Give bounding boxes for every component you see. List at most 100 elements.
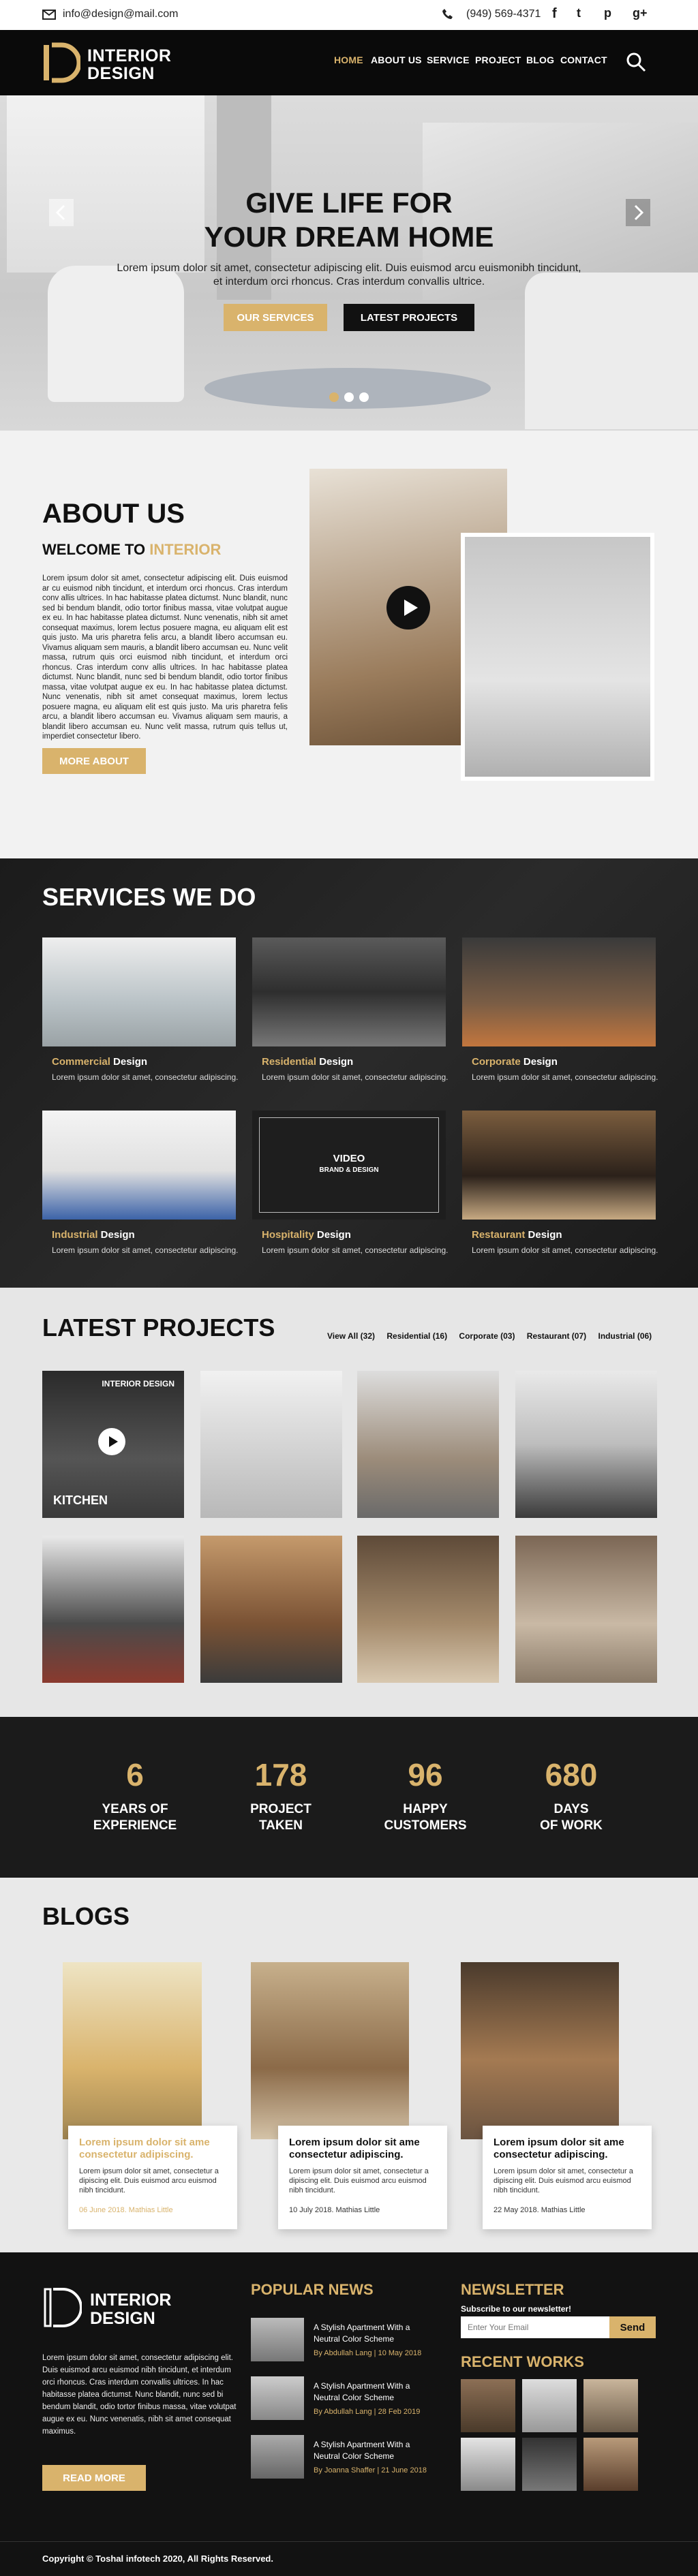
facebook-icon[interactable]: f [552, 6, 557, 22]
blog-excerpt: Lorem ipsum dolor sit amet, consectetur … [289, 2167, 429, 2194]
phone-icon [442, 9, 453, 19]
contact-email[interactable]: info@design@mail.com [63, 8, 178, 20]
recent-work-thumb[interactable] [522, 2438, 577, 2491]
stat-days-label: DAYS OF WORK [503, 1801, 639, 1834]
site-footer: INTERIOR DESIGN Lorem ipsum dolor sit am… [0, 2252, 698, 2576]
stat-label-line: PROJECT [250, 1802, 312, 1816]
blog-card-3[interactable]: Lorem ipsum dolor sit ame consectetur ad… [483, 2126, 652, 2229]
news-meta-3: By Joanna Shaffer | 21 June 2018 [314, 2466, 427, 2474]
recent-work-thumb[interactable] [461, 2379, 515, 2432]
service-image-residential[interactable] [252, 937, 446, 1046]
service-image-commercial[interactable] [42, 937, 236, 1046]
footer-divider [0, 2541, 698, 2542]
recent-work-thumb[interactable] [583, 2379, 638, 2432]
nav-contact[interactable]: CONTACT [560, 55, 607, 65]
logo[interactable]: INTERIOR DESIGN [41, 42, 191, 83]
news-title-2[interactable]: A Stylish Apartment With a Neutral Color… [314, 2380, 433, 2404]
latest-projects-button[interactable]: LATEST PROJECTS [344, 304, 474, 331]
play-icon [404, 600, 418, 616]
filter-corporate[interactable]: Corporate (03) [459, 1331, 515, 1341]
blog-card-1[interactable]: Lorem ipsum dolor sit ame consectetur ad… [68, 2126, 237, 2229]
project-image[interactable] [515, 1371, 657, 1518]
news-thumb-1[interactable] [251, 2318, 304, 2361]
news-title-3[interactable]: A Stylish Apartment With a Neutral Color… [314, 2439, 433, 2462]
nav-blog[interactable]: BLOG [526, 55, 554, 65]
logo-line1: INTERIOR [87, 46, 172, 65]
pinterest-icon[interactable]: p [604, 6, 611, 20]
project-feature-kitchen[interactable]: INTERIOR DESIGN KITCHEN [42, 1371, 184, 1518]
recent-work-thumb[interactable] [583, 2438, 638, 2491]
service-title-residential: Residential Design [262, 1056, 353, 1068]
blog-image-2[interactable] [251, 1962, 409, 2139]
about-video-play-button[interactable] [386, 586, 430, 630]
service-title-restaurant: Restaurant Design [472, 1229, 562, 1241]
footer-logo[interactable]: INTERIOR DESIGN [42, 2286, 206, 2329]
service-rest: Design [110, 1056, 148, 1068]
service-accent: Restaurant [472, 1229, 526, 1241]
blog-title[interactable]: Lorem ipsum dolor sit ame consectetur ad… [494, 2137, 643, 2161]
filter-residential[interactable]: Residential (16) [386, 1331, 447, 1341]
service-video-card[interactable]: VIDEO BRAND & DESIGN [252, 1111, 446, 1220]
about-body: Lorem ipsum dolor sit amet, consectetur … [42, 574, 288, 741]
news-thumb-3[interactable] [251, 2435, 304, 2479]
google-plus-icon[interactable]: g+ [633, 6, 648, 20]
recent-work-thumb[interactable] [461, 2438, 515, 2491]
blog-image-3[interactable] [461, 1962, 619, 2139]
project-image[interactable] [200, 1371, 342, 1518]
filter-view-all[interactable]: View All (32) [327, 1331, 375, 1341]
about-livingroom-image [461, 533, 654, 781]
services-heading: SERVICES WE DO [42, 883, 256, 911]
newsletter-email-input[interactable] [461, 2316, 609, 2338]
feature-play-button[interactable] [98, 1428, 125, 1455]
stat-label-line: OF WORK [540, 1818, 603, 1833]
nav-project[interactable]: PROJECT [475, 55, 521, 65]
blog-image-1[interactable] [63, 1962, 202, 2139]
footer-logo-line2: DESIGN [90, 2309, 155, 2328]
project-image[interactable] [357, 1371, 499, 1518]
service-desc: Lorem ipsum dolor sit amet, consectetur … [52, 1072, 239, 1082]
service-desc: Lorem ipsum dolor sit amet, consectetur … [472, 1072, 658, 1082]
our-services-button[interactable]: OUR SERVICES [224, 304, 327, 331]
slider-dot-2[interactable] [344, 392, 354, 402]
service-image-industrial[interactable] [42, 1111, 236, 1220]
blog-card-2[interactable]: Lorem ipsum dolor sit ame consectetur ad… [278, 2126, 447, 2229]
nav-about[interactable]: ABOUT US [371, 55, 422, 65]
about-welcome: WELCOME TO INTERIOR [42, 541, 221, 559]
blog-excerpt: Lorem ipsum dolor sit amet, consectetur … [494, 2167, 633, 2194]
recent-work-thumb[interactable] [522, 2379, 577, 2432]
more-about-button[interactable]: MORE ABOUT [42, 748, 146, 774]
welcome-prefix: WELCOME TO [42, 541, 150, 558]
blog-title[interactable]: Lorem ipsum dolor sit ame consectetur ad… [289, 2137, 439, 2161]
news-title-1[interactable]: A Stylish Apartment With a Neutral Color… [314, 2322, 433, 2345]
service-rest: Design [97, 1229, 135, 1241]
service-image-corporate[interactable] [462, 937, 656, 1046]
copyright: Copyright © Toshal infotech 2020, All Ri… [42, 2554, 273, 2564]
project-image[interactable] [357, 1536, 499, 1683]
search-icon[interactable] [626, 52, 646, 72]
slider-dot-3[interactable] [359, 392, 369, 402]
stat-projects-label: PROJECT TAKEN [213, 1801, 349, 1834]
project-image[interactable] [515, 1536, 657, 1683]
play-icon [109, 1436, 118, 1447]
read-more-button[interactable]: READ MORE [42, 2465, 146, 2491]
blog-title[interactable]: Lorem ipsum dolor sit ame consectetur ad… [79, 2137, 229, 2161]
twitter-icon[interactable]: t [577, 6, 581, 20]
stat-years-label: YEARS OF EXPERIENCE [67, 1801, 203, 1834]
nav-home[interactable]: HOME [334, 55, 363, 65]
project-image[interactable] [200, 1536, 342, 1683]
contact-phone[interactable]: (949) 569-4371 [466, 8, 541, 20]
filter-industrial[interactable]: Industrial (06) [598, 1331, 652, 1341]
slider-dot-1[interactable] [329, 392, 339, 402]
hero-banner: GIVE LIFE FOR YOUR DREAM HOME Lorem ipsu… [0, 95, 698, 431]
filter-restaurant[interactable]: Restaurant (07) [527, 1331, 586, 1341]
news-thumb-2[interactable] [251, 2376, 304, 2420]
service-title-commercial: Commercial Design [52, 1056, 147, 1068]
stat-days-number: 680 [545, 1757, 598, 1793]
project-image[interactable] [42, 1536, 184, 1683]
nav-service[interactable]: SERVICE [427, 55, 470, 65]
newsletter-send-button[interactable]: Send [609, 2316, 656, 2338]
about-section: ABOUT US WELCOME TO INTERIOR Lorem ipsum… [0, 431, 698, 858]
service-image-restaurant[interactable] [462, 1111, 656, 1220]
logo-line2: DESIGN [87, 64, 155, 83]
service-desc: Lorem ipsum dolor sit amet, consectetur … [52, 1245, 239, 1255]
